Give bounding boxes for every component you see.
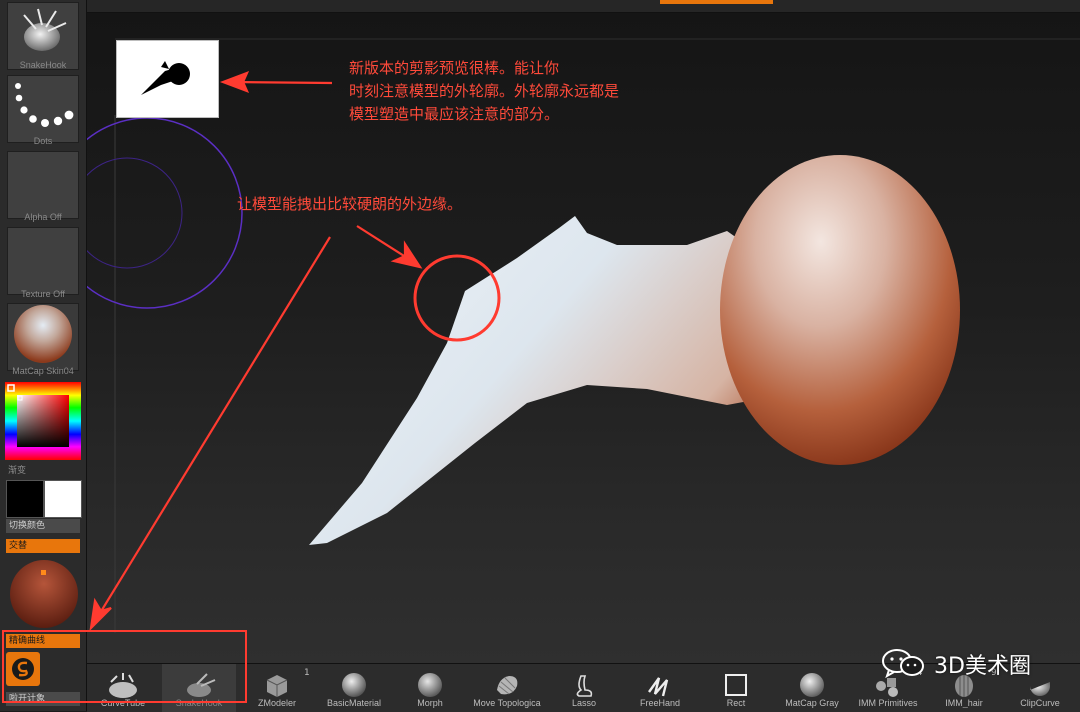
stroke-label: Dots bbox=[33, 136, 53, 146]
shelf-item-move-topological[interactable]: Move Topologica bbox=[469, 664, 545, 712]
watermark-text: 3D美术圈 bbox=[934, 654, 1031, 679]
shelf-item-label: BasicMaterial bbox=[326, 698, 382, 708]
model-neck bbox=[309, 216, 792, 545]
shelf-item-label: IMM Primitives bbox=[858, 698, 918, 708]
shelf-item-label: Lasso bbox=[571, 698, 597, 708]
zmodeler-cube-icon bbox=[266, 675, 288, 697]
watermark: 3D美术圈 bbox=[880, 648, 1060, 679]
accumulate-button[interactable]: 啦开计象 bbox=[6, 692, 80, 706]
shelf-item-label: IMM_hair bbox=[945, 698, 983, 708]
shelf-item-curvetube[interactable]: CurveTube bbox=[87, 664, 159, 712]
switch-color-button[interactable]: 切换颜色 bbox=[6, 519, 80, 533]
dots-stroke-icon bbox=[15, 83, 74, 127]
matcap-gray-sphere-icon bbox=[800, 673, 824, 697]
shelf-item-zmodeler[interactable]: 1 ZModeler bbox=[242, 664, 312, 712]
stroke-slot[interactable] bbox=[7, 75, 79, 143]
annotation-line-1: 新版本的剪影预览很棒。能让你 bbox=[349, 59, 560, 77]
color-sphere-preview bbox=[9, 559, 79, 629]
secondary-color-swatch[interactable] bbox=[44, 480, 82, 518]
silhouette-preview bbox=[116, 40, 219, 118]
top-tab-bar bbox=[87, 0, 1080, 13]
shelf-item-morph[interactable]: Morph bbox=[395, 664, 465, 712]
shelf-item-label: ZModeler bbox=[257, 698, 296, 708]
shelf-item-label: MatCap Gray bbox=[785, 698, 839, 708]
wechat-icon bbox=[882, 649, 924, 679]
silhouette-icon bbox=[141, 61, 190, 95]
shelf-item-label: Rect bbox=[726, 698, 746, 708]
shelf-item-label: CurveTube bbox=[100, 698, 146, 708]
snakehook-icon bbox=[187, 673, 216, 697]
annotation-line-2: 时刻注意模型的外轮廓。外轮廓永远都是 bbox=[349, 82, 620, 100]
brush-cursor-rings bbox=[87, 117, 243, 309]
alpha-label: Alpha Off bbox=[24, 212, 62, 222]
model-bulb bbox=[720, 155, 960, 465]
canvas-viewport[interactable]: 新版本的剪影预览很棒。能让你 时刻注意模型的外轮廓。外轮廓永远都是 模型塑造中最… bbox=[87, 13, 1080, 663]
alpha-slot[interactable] bbox=[7, 151, 79, 219]
gradient-label[interactable]: 渐变 bbox=[8, 463, 94, 476]
shelf-item-rect[interactable]: Rect bbox=[701, 664, 771, 712]
shelf-item-count: 1 bbox=[304, 668, 310, 678]
annotation-edge-note: 让模型能拽出比较硬朗的外边缘。 bbox=[237, 195, 463, 213]
brush-label: SnakeHook bbox=[19, 60, 67, 70]
annotation-line-3: 模型塑造中最应该注意的部分。 bbox=[349, 105, 560, 123]
shelf-item-label: FreeHand bbox=[639, 698, 681, 708]
shelf-item-matcap-gray[interactable]: MatCap Gray bbox=[777, 664, 847, 712]
matcap-sphere-icon bbox=[14, 305, 72, 363]
material-sphere-icon bbox=[342, 673, 366, 697]
freehand-icon bbox=[648, 677, 669, 697]
color-picker[interactable] bbox=[5, 382, 81, 460]
active-tab-indicator[interactable] bbox=[660, 0, 773, 4]
viewport-graphics bbox=[87, 38, 1080, 633]
curvetube-icon bbox=[109, 673, 137, 698]
material-label: MatCap Skin04 bbox=[12, 366, 74, 376]
annotation-arrows bbox=[89, 71, 423, 632]
texture-label: Texture Off bbox=[21, 289, 65, 299]
morph-sphere-icon bbox=[418, 673, 442, 697]
lazy-mouse-icon bbox=[12, 658, 34, 680]
rect-icon bbox=[725, 674, 747, 696]
shelf-item-basicmaterial[interactable]: BasicMaterial bbox=[317, 664, 391, 712]
shelf-item-label: SnakeHook bbox=[175, 698, 223, 708]
primary-color-swatch[interactable] bbox=[6, 480, 44, 518]
lazy-mouse-toggle[interactable] bbox=[6, 652, 40, 686]
shelf-item-label: Morph bbox=[417, 698, 443, 708]
lasso-icon bbox=[576, 675, 593, 697]
shelf-item-label: ClipCurve bbox=[1020, 698, 1060, 708]
shelf-item-lasso[interactable]: Lasso bbox=[549, 664, 619, 712]
shelf-item-freehand[interactable]: FreeHand bbox=[625, 664, 695, 712]
left-tool-shelf: SnakeHook Dots Alpha Off Texture Off Mat… bbox=[0, 0, 87, 711]
material-slot[interactable] bbox=[7, 303, 79, 371]
shelf-item-snakehook[interactable]: SnakeHook bbox=[162, 664, 236, 712]
shelf-item-label: Move Topologica bbox=[473, 698, 541, 708]
texture-slot[interactable] bbox=[7, 227, 79, 295]
snakehook-brush-icon bbox=[23, 8, 67, 51]
move-topological-icon bbox=[497, 676, 518, 695]
precise-curve-button[interactable]: 精确曲线 bbox=[6, 634, 80, 648]
alternate-button[interactable]: 交替 bbox=[6, 539, 80, 553]
